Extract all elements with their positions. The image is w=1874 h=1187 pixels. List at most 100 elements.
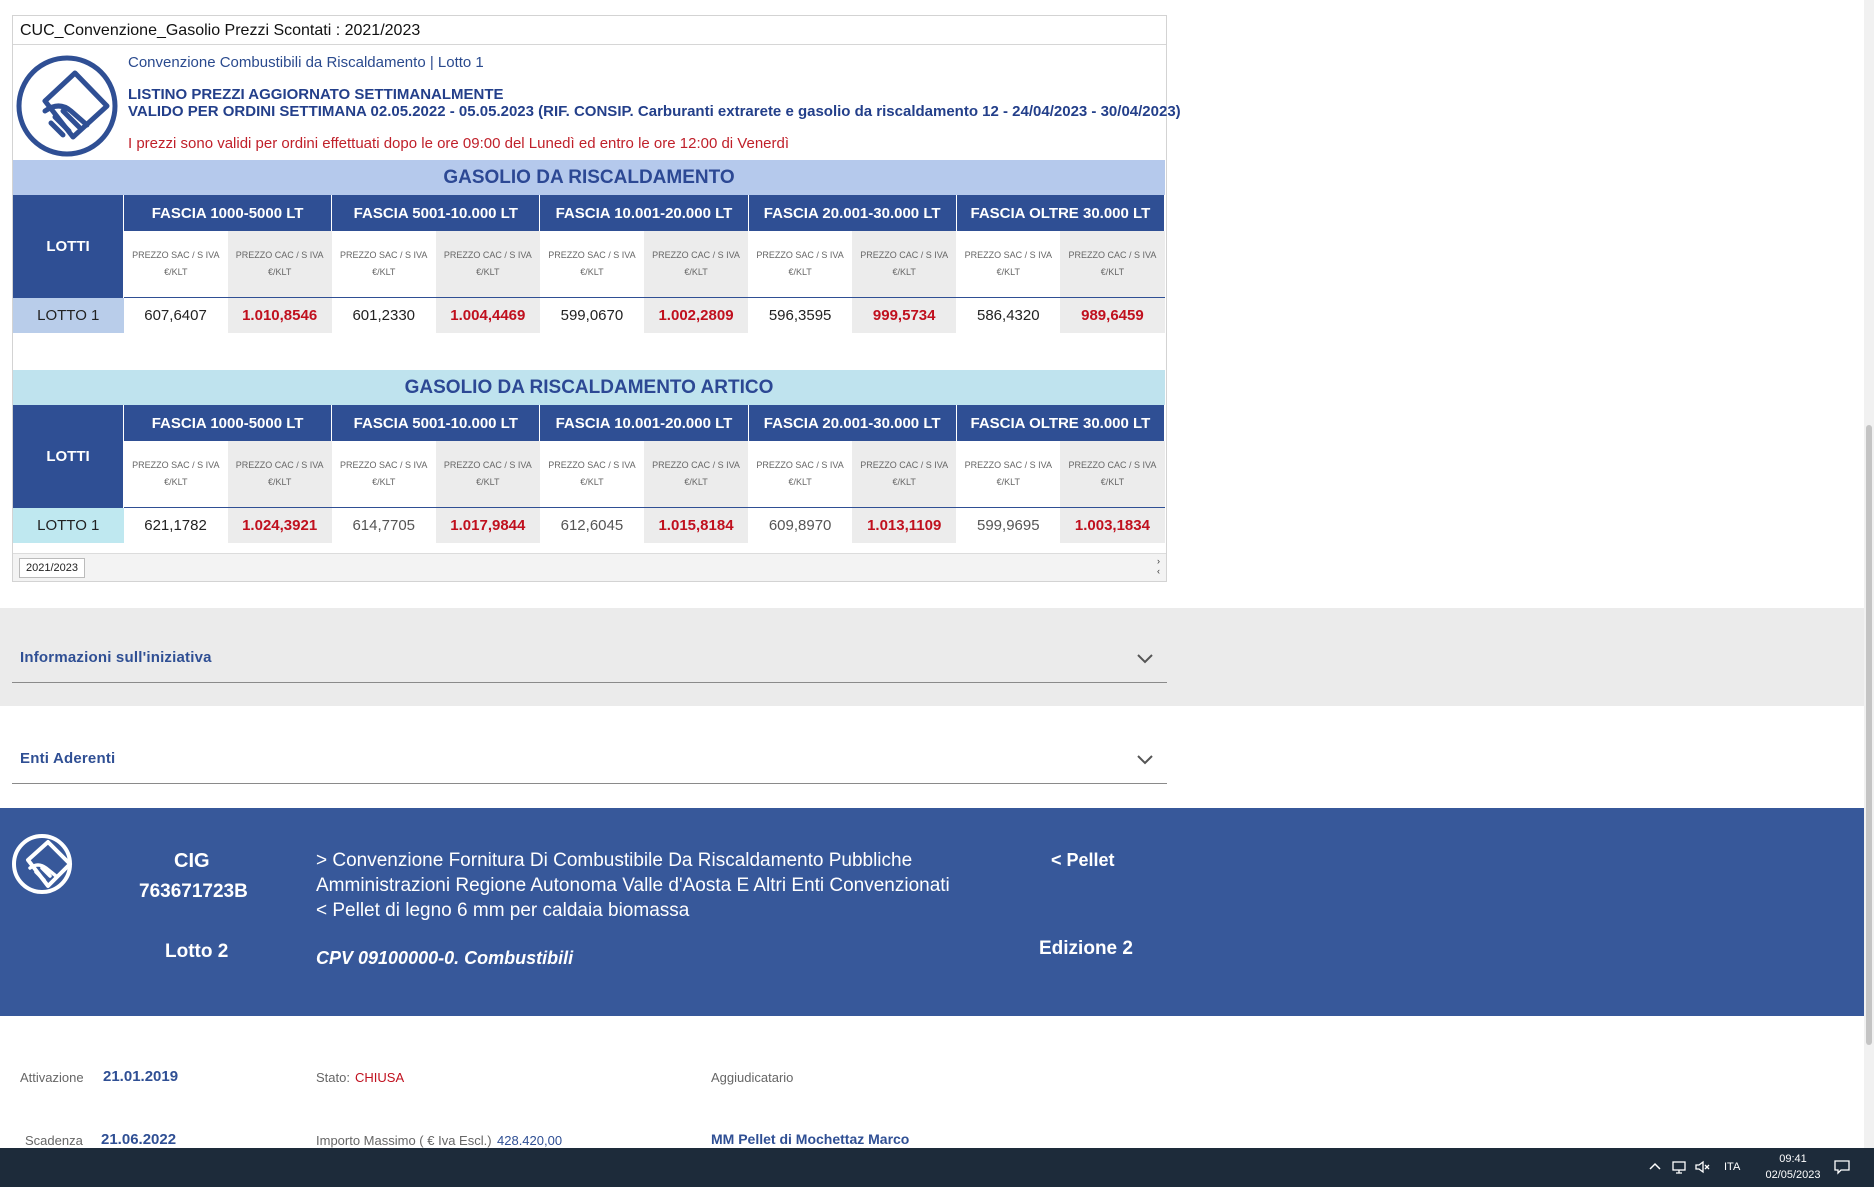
edition-label: Edizione 2 <box>1039 938 1133 959</box>
price-sac: 614,7705 <box>331 507 436 543</box>
sub-header-sac: PREZZO SAC / S IVA €/KLT <box>956 441 1061 508</box>
sub-header-sac: PREZZO SAC / S IVA €/KLT <box>956 231 1061 298</box>
lot-label: Lotto 2 <box>165 941 229 962</box>
network-icon[interactable] <box>1670 1158 1688 1176</box>
sub-header-sac: PREZZO SAC / S IVA €/KLT <box>539 441 644 508</box>
vertical-scrollbar[interactable] <box>1864 0 1874 1148</box>
price-cac: 989,6459 <box>1060 297 1165 333</box>
lotti-header: LOTTI <box>13 195 124 298</box>
price-sac: 599,9695 <box>956 507 1061 543</box>
fascia-header: FASCIA 1000-5000 LT <box>123 405 333 441</box>
accordion-informazioni[interactable]: Informazioni sull'iniziativa <box>12 637 1167 683</box>
price-sac: 596,3595 <box>748 297 853 333</box>
lot-banner: CIG 763671723B Lotto 2 > Convenzione For… <box>0 808 1864 1016</box>
sub-header-cac: PREZZO CAC / S IVA €/KLT <box>435 231 540 298</box>
aggiudicatario-label: Aggiudicatario <box>711 1070 794 1085</box>
sub-header-cac: PREZZO CAC / S IVA €/KLT <box>643 231 749 298</box>
fascia-header: FASCIA OLTRE 30.000 LT <box>956 195 1166 231</box>
cpv-code: CPV 09100000-0. Combustibili <box>316 948 574 968</box>
windows-taskbar: ITA 09:41 02/05/2023 <box>0 1148 1874 1187</box>
sub-header-cac: PREZZO CAC / S IVA €/KLT <box>227 231 332 298</box>
scadenza-value: 21.06.2022 <box>101 1131 177 1148</box>
aggiudicatario-value: MM Pellet di Mochettaz Marco <box>711 1131 910 1147</box>
fascia-header: FASCIA OLTRE 30.000 LT <box>956 405 1166 441</box>
attivazione-value: 21.01.2019 <box>103 1068 179 1085</box>
sub-header-sac: PREZZO SAC / S IVA €/KLT <box>748 231 853 298</box>
cig-label: CIG <box>174 850 210 872</box>
sub-header-sac: PREZZO SAC / S IVA €/KLT <box>331 231 436 298</box>
price-sac: 607,6407 <box>123 297 228 333</box>
price-sac: 621,1782 <box>123 507 228 543</box>
fascia-header: FASCIA 10.001-20.000 LT <box>539 195 749 231</box>
desc-line: > Convenzione Fornitura Di Combustibile … <box>316 850 913 871</box>
clock-time: 09:41 <box>1779 1153 1807 1165</box>
table-row: LOTTO 1 621,1782 1.024,3921 614,7705 1.0… <box>13 507 1165 543</box>
fascia-header: FASCIA 5001-10.000 LT <box>331 195 541 231</box>
chevron-down-icon <box>1137 654 1153 664</box>
table-title-gasolio: GASOLIO DA RISCALDAMENTO <box>13 160 1165 195</box>
language-indicator[interactable]: ITA <box>1724 1161 1740 1173</box>
accordion-enti-aderenti[interactable]: Enti Aderenti <box>12 738 1167 784</box>
fascia-header: FASCIA 10.001-20.000 LT <box>539 405 749 441</box>
sheet-heading: LISTINO PREZZI AGGIORNATO SETTIMANALMENT… <box>128 86 504 103</box>
clock-date: 02/05/2023 <box>1765 1169 1821 1181</box>
chevron-up-icon[interactable] <box>1646 1158 1664 1176</box>
sub-header-cac: PREZZO CAC / S IVA €/KLT <box>852 441 957 508</box>
volume-muted-icon[interactable] <box>1694 1158 1712 1176</box>
price-cac: 1.003,1834 <box>1060 507 1165 543</box>
importo-value: 428.420,00 <box>497 1133 563 1148</box>
category-label: < Pellet <box>1051 850 1115 870</box>
importo-label: Importo Massimo ( € Iva Escl.) <box>316 1133 492 1148</box>
lot-description: > Convenzione Fornitura Di Combustibile … <box>316 848 976 923</box>
clock[interactable]: 09:41 02/05/2023 <box>1758 1151 1828 1183</box>
price-sac: 609,8970 <box>748 507 853 543</box>
sheet-tab-bar: 2021/2023 › ‹ <box>13 553 1166 581</box>
price-sac: 586,4320 <box>956 297 1061 333</box>
lotti-header: LOTTI <box>13 405 124 508</box>
sub-header-cac: PREZZO CAC / S IVA €/KLT <box>852 231 957 298</box>
lot-cell: LOTTO 1 <box>13 507 124 543</box>
fascia-header: FASCIA 20.001-30.000 LT <box>748 405 957 441</box>
scadenza-label: Scadenza <box>25 1133 83 1148</box>
price-sac: 599,0670 <box>539 297 644 333</box>
price-cac: 1.004,4469 <box>435 297 540 333</box>
sheet-note: I prezzi sono validi per ordini effettua… <box>128 135 790 152</box>
sub-header-sac: PREZZO SAC / S IVA €/KLT <box>539 231 644 298</box>
sheet-validity: VALIDO PER ORDINI SETTIMANA 02.05.2022 -… <box>128 103 1181 120</box>
sub-header-sac: PREZZO SAC / S IVA €/KLT <box>123 231 228 298</box>
accordion-label: Enti Aderenti <box>20 750 116 767</box>
price-cac: 1.013,1109 <box>852 507 957 543</box>
cig-value: 763671723B <box>139 881 248 902</box>
price-table-gasolio: LOTTI FASCIA 1000-5000 LT FASCIA 5001-10… <box>13 195 1166 333</box>
price-sac: 601,2330 <box>331 297 436 333</box>
price-cac: 1.002,2809 <box>643 297 749 333</box>
fascia-header: FASCIA 1000-5000 LT <box>123 195 333 231</box>
sheet-subtitle: Convenzione Combustibili da Riscaldament… <box>128 54 484 71</box>
price-cac: 999,5734 <box>852 297 957 333</box>
price-cac: 1.024,3921 <box>227 507 332 543</box>
fascia-header: FASCIA 20.001-30.000 LT <box>748 195 957 231</box>
desc-line: Amministrazioni Regione Autonoma Valle d… <box>316 875 950 896</box>
price-cac: 1.015,8184 <box>643 507 749 543</box>
sub-header-cac: PREZZO CAC / S IVA €/KLT <box>227 441 332 508</box>
handshake-logo-icon <box>16 55 118 157</box>
sub-header-sac: PREZZO SAC / S IVA €/KLT <box>123 441 228 508</box>
sub-header-sac: PREZZO SAC / S IVA €/KLT <box>331 441 436 508</box>
price-sac: 612,6045 <box>539 507 644 543</box>
sub-header-sac: PREZZO SAC / S IVA €/KLT <box>748 441 853 508</box>
sheet-scroll-arrows[interactable]: › ‹ <box>1157 556 1160 576</box>
sheet-tab[interactable]: 2021/2023 <box>19 558 85 578</box>
sheet-title: CUC_Convenzione_Gasolio Prezzi Scontati … <box>13 16 1166 45</box>
price-sheet: CUC_Convenzione_Gasolio Prezzi Scontati … <box>12 15 1181 582</box>
stato-label: Stato: <box>316 1070 350 1085</box>
scrollbar-thumb[interactable] <box>1866 425 1872 1045</box>
table-title-artico: GASOLIO DA RISCALDAMENTO ARTICO <box>13 370 1165 405</box>
notification-icon[interactable] <box>1833 1158 1851 1176</box>
fascia-header: FASCIA 5001-10.000 LT <box>331 405 541 441</box>
lot-cell: LOTTO 1 <box>13 297 124 333</box>
desc-line: < Pellet di legno 6 mm per caldaia bioma… <box>316 900 690 921</box>
handshake-logo-icon <box>12 834 72 894</box>
accordion-label: Informazioni sull'iniziativa <box>20 649 212 666</box>
stato-value: CHIUSA <box>355 1070 405 1085</box>
price-table-artico: LOTTI FASCIA 1000-5000 LT FASCIA 5001-10… <box>13 405 1166 543</box>
